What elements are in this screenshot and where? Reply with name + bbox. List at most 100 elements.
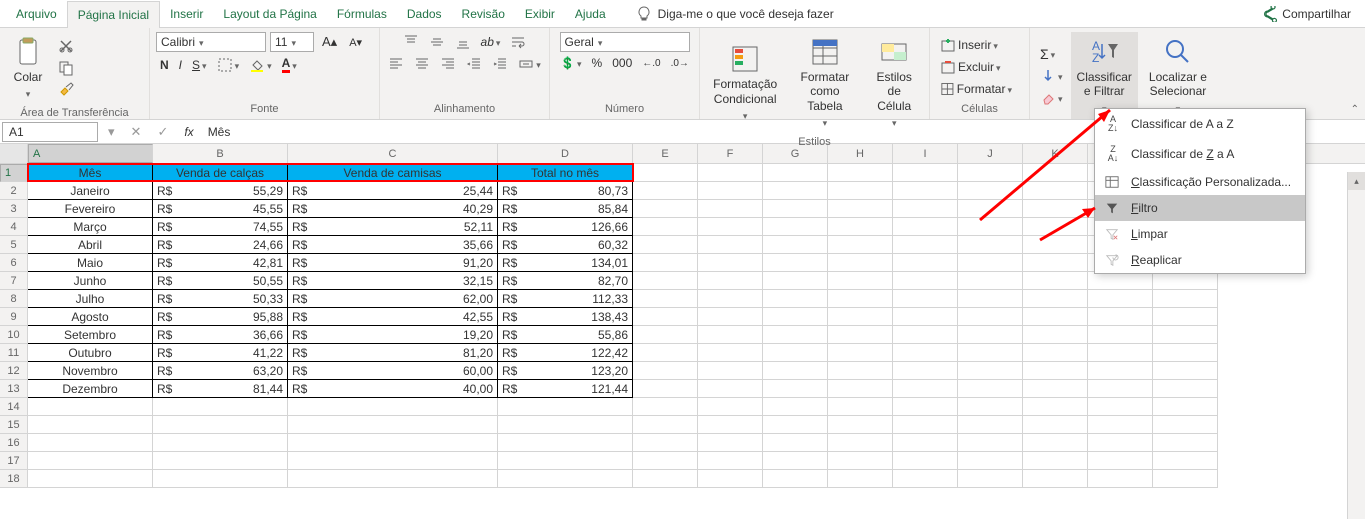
cell[interactable] (633, 218, 698, 236)
cell[interactable] (893, 362, 958, 380)
cell[interactable]: R$122,42 (498, 344, 633, 362)
select-all-corner[interactable] (0, 144, 28, 163)
format-as-table-button[interactable]: Formatar como Tabela (788, 32, 861, 134)
cell[interactable] (958, 470, 1023, 488)
cell[interactable]: R$25,44 (288, 182, 498, 200)
row-header-8[interactable]: 8 (0, 290, 28, 308)
row-header-10[interactable]: 10 (0, 326, 28, 344)
cell[interactable] (763, 254, 828, 272)
cell[interactable] (698, 236, 763, 254)
cancel-formula-button[interactable]: ✕ (123, 124, 150, 140)
cell[interactable] (698, 254, 763, 272)
cut-button[interactable] (54, 36, 78, 56)
autosum-button[interactable]: Σ (1036, 44, 1067, 64)
cell[interactable] (1088, 290, 1153, 308)
row-header-6[interactable]: 6 (0, 254, 28, 272)
cell[interactable] (958, 326, 1023, 344)
cell[interactable] (763, 218, 828, 236)
row-header-5[interactable]: 5 (0, 236, 28, 254)
scroll-up-button[interactable]: ▴ (1348, 172, 1365, 190)
row-header-14[interactable]: 14 (0, 398, 28, 416)
tab-formulas[interactable]: Fórmulas (327, 1, 397, 27)
decrease-indent-button[interactable] (462, 54, 486, 74)
cell[interactable] (28, 416, 153, 434)
cell[interactable]: R$19,20 (288, 326, 498, 344)
cell[interactable] (828, 182, 893, 200)
fx-button[interactable]: fx (176, 124, 201, 139)
number-format-select[interactable]: Geral (560, 32, 690, 52)
cell[interactable]: Março (28, 218, 153, 236)
menu-filter[interactable]: Filtro (1095, 195, 1305, 221)
cell[interactable] (288, 416, 498, 434)
cell[interactable] (958, 290, 1023, 308)
cell[interactable] (1023, 326, 1088, 344)
row-header-17[interactable]: 17 (0, 452, 28, 470)
cell[interactable]: R$60,00 (288, 362, 498, 380)
cell[interactable] (1153, 290, 1218, 308)
col-header-A[interactable]: A (28, 144, 153, 163)
merge-button[interactable] (514, 54, 545, 74)
cell[interactable]: R$121,44 (498, 380, 633, 398)
cell[interactable] (893, 236, 958, 254)
cell[interactable]: R$40,00 (288, 380, 498, 398)
cell[interactable] (498, 434, 633, 452)
cell[interactable] (1088, 452, 1153, 470)
align-bottom-button[interactable] (451, 32, 475, 52)
cell[interactable] (958, 380, 1023, 398)
menu-sort-za[interactable]: ZA↓ Classificar de Z a A (1095, 139, 1305, 169)
cell[interactable]: Abril (28, 236, 153, 254)
cell[interactable] (28, 398, 153, 416)
cell[interactable] (763, 326, 828, 344)
cell[interactable] (633, 236, 698, 254)
cell[interactable] (633, 272, 698, 290)
cell[interactable] (28, 452, 153, 470)
increase-decimal-button[interactable]: ←.0 (638, 54, 664, 72)
cell[interactable] (1023, 452, 1088, 470)
cell[interactable] (763, 272, 828, 290)
cell[interactable] (288, 434, 498, 452)
cell[interactable] (958, 200, 1023, 218)
col-header-C[interactable]: C (288, 144, 498, 163)
increase-indent-button[interactable] (488, 54, 512, 74)
delete-cells-button[interactable]: Excluir (936, 57, 1016, 77)
cell[interactable] (28, 434, 153, 452)
cell[interactable]: R$63,20 (153, 362, 288, 380)
cell[interactable] (763, 452, 828, 470)
col-header-B[interactable]: B (153, 144, 288, 163)
align-center-button[interactable] (410, 54, 434, 74)
cell[interactable] (1088, 380, 1153, 398)
conditional-formatting-button[interactable]: Formatação Condicional (706, 39, 784, 126)
cell[interactable] (698, 398, 763, 416)
cell[interactable]: R$138,43 (498, 308, 633, 326)
cell[interactable] (633, 434, 698, 452)
tab-insert[interactable]: Inserir (160, 1, 213, 27)
cell[interactable] (288, 452, 498, 470)
cell[interactable]: Venda de camisas (288, 164, 498, 182)
cell[interactable] (958, 272, 1023, 290)
cell[interactable] (1153, 362, 1218, 380)
increase-font-button[interactable]: A▴ (318, 32, 341, 52)
cell[interactable] (633, 380, 698, 398)
cell[interactable] (633, 290, 698, 308)
align-middle-button[interactable] (425, 32, 449, 52)
cell[interactable]: R$50,33 (153, 290, 288, 308)
row-header-1[interactable]: 1 (0, 164, 28, 182)
cell[interactable] (633, 308, 698, 326)
cell[interactable] (1023, 380, 1088, 398)
cell[interactable]: R$112,33 (498, 290, 633, 308)
cell[interactable] (1023, 272, 1088, 290)
cell[interactable] (498, 416, 633, 434)
format-cells-button[interactable]: Formatar (936, 79, 1016, 99)
cell[interactable]: R$52,11 (288, 218, 498, 236)
cell[interactable] (153, 470, 288, 488)
cell[interactable] (633, 326, 698, 344)
cell[interactable] (498, 398, 633, 416)
cell[interactable] (153, 416, 288, 434)
cell[interactable] (498, 452, 633, 470)
cell[interactable] (698, 362, 763, 380)
decrease-decimal-button[interactable]: .0→ (667, 54, 693, 72)
cell[interactable]: R$45,55 (153, 200, 288, 218)
cell[interactable] (763, 344, 828, 362)
cell[interactable] (153, 452, 288, 470)
cell[interactable] (1023, 236, 1088, 254)
